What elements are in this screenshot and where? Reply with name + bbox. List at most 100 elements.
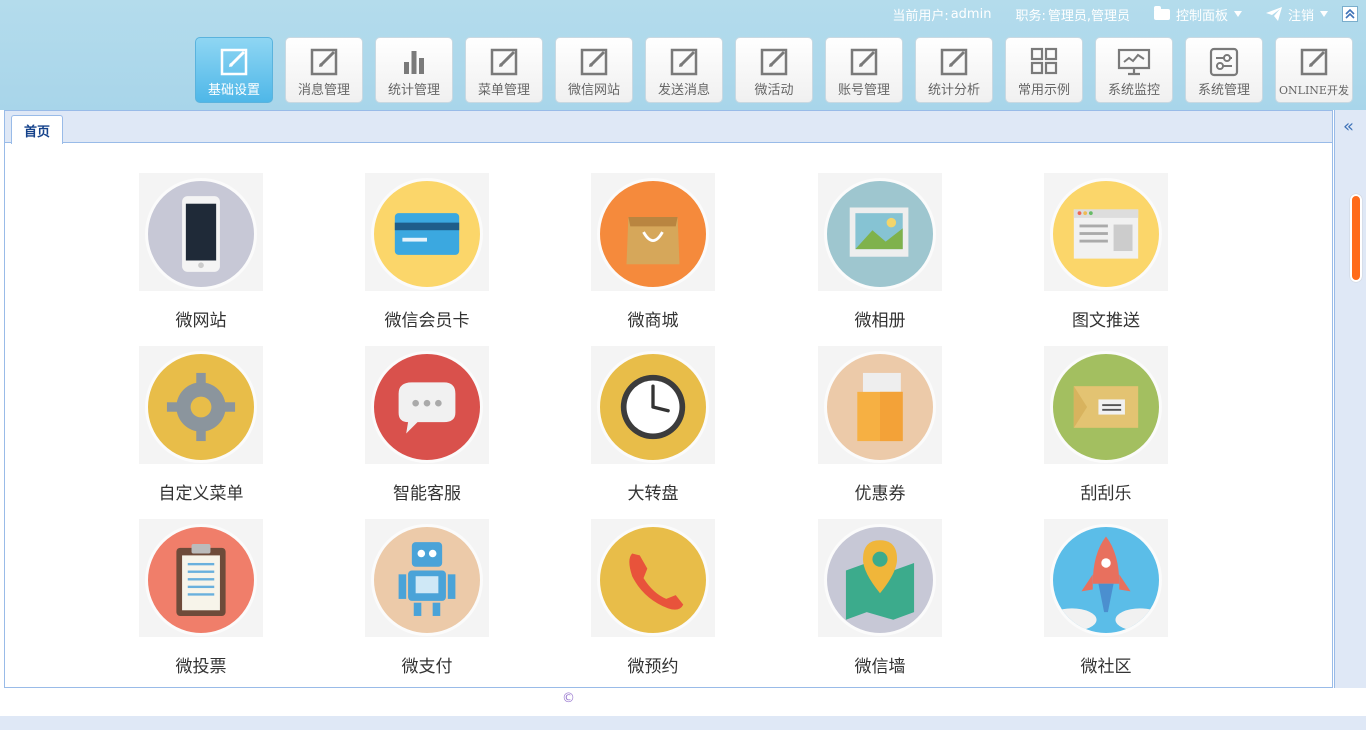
app-tile[interactable]: 图文推送 — [1044, 144, 1168, 331]
toolbar-button-4[interactable]: 微信网站 — [555, 37, 633, 103]
edit-icon — [216, 44, 252, 80]
toolbar-button-1[interactable]: 消息管理 — [285, 37, 363, 103]
edit-icon — [306, 44, 342, 80]
toolbar-button-11[interactable]: 系统管理 — [1185, 37, 1263, 103]
toolbar-button-label: 发送消息 — [657, 83, 710, 98]
toolbar-button-label: 统计管理 — [387, 83, 440, 98]
current-user-label: 当前用户: — [892, 8, 949, 24]
right-sidebar: « — [1334, 110, 1366, 688]
logout-menu[interactable]: 注销 — [1265, 5, 1328, 24]
current-user-value: admin — [950, 6, 992, 22]
shopping-bag-icon — [597, 178, 709, 290]
chat-bubble-icon — [371, 351, 483, 463]
tab-strip: 首页 — [5, 111, 1332, 144]
toolbar-button-3[interactable]: 菜单管理 — [465, 37, 543, 103]
toolbar-button-2[interactable]: 统计管理 — [375, 37, 453, 103]
app-tile[interactable]: 微投票 — [139, 490, 263, 677]
toolbar-button-8[interactable]: 统计分析 — [915, 37, 993, 103]
control-panel-label: 控制面板 — [1175, 8, 1228, 24]
app-label: 微预约 — [627, 657, 679, 677]
app-tile[interactable]: 智能客服 — [365, 317, 489, 504]
app-tile[interactable]: 自定义菜单 — [139, 317, 263, 504]
copyright-text: © — [562, 691, 575, 706]
status-strip — [0, 716, 1366, 730]
settings-panel-icon — [1206, 44, 1242, 80]
chevron-down-icon — [1233, 11, 1242, 17]
edit-icon — [576, 44, 612, 80]
rocket-icon — [1050, 524, 1162, 636]
app-label: 微投票 — [175, 657, 227, 677]
toolbar-button-label: 账号管理 — [837, 83, 890, 98]
edit-icon — [1296, 44, 1332, 80]
app-tile[interactable]: 微社区 — [1044, 490, 1168, 677]
header: 当前用户: admin 职务: 管理员,管理员 控制面板 注销 基础设置 消息管理… — [0, 0, 1366, 110]
gear-icon — [145, 351, 257, 463]
photo-icon — [824, 178, 936, 290]
app-tile[interactable]: 微信会员卡 — [365, 144, 489, 331]
main-panel: 首页 微网站 微信会员卡 微商城 微相册 图文推送 自定义菜单 智能客服 大转盘 优惠券 刮刮乐微… — [4, 110, 1333, 688]
toolbar-button-label: 统计分析 — [927, 83, 980, 98]
toolbar-button-9[interactable]: 常用示例 — [1005, 37, 1083, 103]
module-toolbar: 基础设置 消息管理 统计管理 菜单管理 微信网站 发送消息 微活动 账号管理 统计分析 常用示例 系… — [195, 37, 1365, 103]
map-pin-icon — [824, 524, 936, 636]
role-label: 职务: — [1015, 8, 1046, 24]
edit-icon — [486, 44, 522, 80]
folder-icon — [1153, 5, 1170, 20]
app-tile[interactable]: 微相册 — [818, 144, 942, 331]
toolbar-button-0[interactable]: 基础设置 — [195, 37, 273, 103]
app-tile[interactable]: 刮刮乐 — [1044, 317, 1168, 504]
toolbar-button-7[interactable]: 账号管理 — [825, 37, 903, 103]
clipboard-icon — [145, 524, 257, 636]
app-tile[interactable]: 微支付 — [365, 490, 489, 677]
ticket-icon — [1050, 351, 1162, 463]
double-chevron-up-icon — [1345, 9, 1355, 19]
toolbar-button-label: 系统管理 — [1197, 83, 1250, 98]
toolbar-button-label: 基础设置 — [207, 83, 260, 98]
app-tile[interactable]: 微信墙 — [818, 490, 942, 677]
toolbar-button-10[interactable]: 系统监控 — [1095, 37, 1173, 103]
toolbar-button-label: 系统监控 — [1107, 83, 1160, 98]
toolbar-button-label: 消息管理 — [297, 83, 350, 98]
bar-chart-icon — [396, 44, 432, 80]
app-grid: 微网站 微信会员卡 微商城 微相册 图文推送自定义菜单 智能客服 大转盘 优惠券 刮刮乐微投票 微… — [5, 144, 1332, 689]
toolbar-button-5[interactable]: 发送消息 — [645, 37, 723, 103]
browser-window-icon — [1050, 178, 1162, 290]
app-tile[interactable]: 优惠券 — [818, 317, 942, 504]
monitor-icon — [1116, 44, 1152, 80]
toolbar-button-label: 菜单管理 — [477, 83, 530, 98]
toolbar-button-6[interactable]: 微活动 — [735, 37, 813, 103]
app-tile[interactable]: 微网站 — [139, 144, 263, 331]
tab-home[interactable]: 首页 — [11, 115, 63, 144]
paper-plane-icon — [1265, 7, 1282, 21]
footer: © — [0, 688, 1366, 730]
chevron-down-icon — [1320, 11, 1328, 17]
app-label: 微社区 — [1080, 657, 1132, 677]
phone-receiver-icon — [597, 524, 709, 636]
toolbar-button-label: 微信网站 — [567, 83, 620, 98]
app-tile[interactable]: 微预约 — [591, 490, 715, 677]
grid-icon — [1026, 44, 1062, 80]
edit-icon — [666, 44, 702, 80]
edit-icon — [846, 44, 882, 80]
user-bar: 当前用户: admin 职务: 管理员,管理员 控制面板 注销 — [868, 0, 1366, 28]
role-value: 管理员,管理员 — [1047, 8, 1130, 24]
credit-card-icon — [371, 178, 483, 290]
logout-label: 注销 — [1287, 8, 1314, 24]
toolbar-button-12[interactable]: ONLINE开发 — [1275, 37, 1353, 103]
phone-icon — [145, 178, 257, 290]
toolbar-button-label: ONLINE开发 — [1279, 84, 1349, 97]
app-label: 微信墙 — [854, 657, 906, 677]
scrollbar-thumb[interactable] — [1350, 194, 1362, 282]
collapse-header-button[interactable] — [1342, 6, 1358, 22]
edit-icon — [756, 44, 792, 80]
control-panel-menu[interactable]: 控制面板 — [1153, 5, 1242, 24]
toolbar-button-label: 常用示例 — [1017, 83, 1070, 98]
robot-icon — [371, 524, 483, 636]
double-chevron-left-icon[interactable]: « — [1343, 116, 1354, 137]
app-label: 微支付 — [401, 657, 453, 677]
app-tile[interactable]: 大转盘 — [591, 317, 715, 504]
toolbar-button-label: 微活动 — [754, 83, 794, 98]
clock-icon — [597, 351, 709, 463]
app-tile[interactable]: 微商城 — [591, 144, 715, 331]
coupon-envelope-icon — [824, 351, 936, 463]
